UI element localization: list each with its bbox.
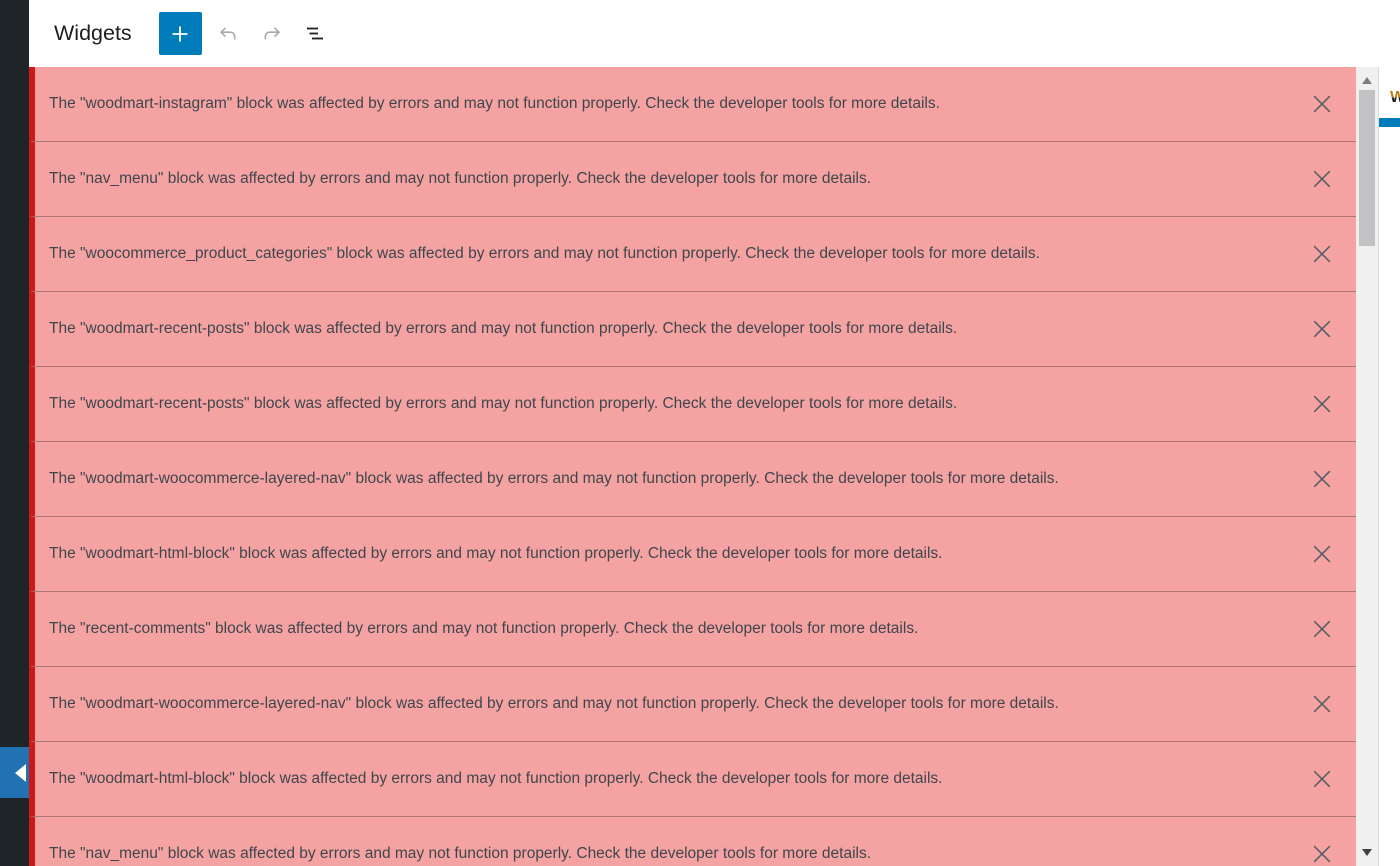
plus-icon bbox=[172, 26, 188, 41]
active-tab-indicator bbox=[1379, 118, 1400, 127]
error-notice: The "woodmart-woocommerce-layered-nav" b… bbox=[29, 442, 1356, 517]
error-notice: The "woodmart-html-block" block was affe… bbox=[29, 517, 1356, 592]
dismiss-notice-button[interactable] bbox=[1308, 90, 1336, 118]
error-notice: The "woodmart-instagram" block was affec… bbox=[29, 67, 1356, 142]
undo-icon bbox=[219, 26, 236, 39]
widgets-editor-screen: Widgets The "woodmart-instagram" block w… bbox=[0, 0, 1400, 866]
redo-icon bbox=[264, 26, 280, 39]
collapse-menu-button[interactable] bbox=[0, 747, 29, 798]
close-icon bbox=[1313, 245, 1331, 263]
close-icon bbox=[1313, 620, 1331, 638]
notice-message: The "woodmart-recent-posts" block was af… bbox=[49, 395, 958, 412]
editor-top-bar: Widgets bbox=[29, 0, 1400, 67]
page-title: Widgets bbox=[54, 21, 132, 45]
close-icon bbox=[1313, 770, 1331, 788]
close-icon bbox=[1313, 845, 1331, 863]
error-notice: The "nav_menu" block was affected by err… bbox=[29, 817, 1356, 866]
scroll-down-button[interactable] bbox=[1356, 844, 1378, 860]
dismiss-notice-button[interactable] bbox=[1308, 840, 1336, 866]
error-notice: The "woocommerce_product_categories" blo… bbox=[29, 217, 1356, 292]
vertical-scrollbar[interactable] bbox=[1356, 67, 1378, 866]
close-icon bbox=[1313, 470, 1331, 488]
dismiss-notice-button[interactable] bbox=[1308, 465, 1336, 493]
editor-content: The "woodmart-instagram" block was affec… bbox=[29, 67, 1400, 866]
close-icon bbox=[1313, 170, 1331, 188]
error-notice: The "nav_menu" block was affected by err… bbox=[29, 142, 1356, 217]
settings-sidebar-partial: W bbox=[1378, 67, 1400, 866]
notice-message: The "woodmart-woocommerce-layered-nav" b… bbox=[49, 695, 1059, 712]
notice-message: The "nav_menu" block was affected by err… bbox=[49, 845, 872, 862]
error-notice: The "woodmart-recent-posts" block was af… bbox=[29, 292, 1356, 367]
notice-message: The "nav_menu" block was affected by err… bbox=[49, 170, 872, 187]
close-icon bbox=[1313, 320, 1331, 338]
dismiss-notice-button[interactable] bbox=[1308, 765, 1336, 793]
dismiss-notice-button[interactable] bbox=[1308, 315, 1336, 343]
close-icon bbox=[1313, 395, 1331, 413]
dismiss-notice-button[interactable] bbox=[1308, 690, 1336, 718]
dismiss-notice-button[interactable] bbox=[1308, 615, 1336, 643]
dismiss-notice-button[interactable] bbox=[1308, 390, 1336, 418]
notice-message: The "woodmart-instagram" block was affec… bbox=[49, 95, 940, 112]
notice-message: The "woodmart-recent-posts" block was af… bbox=[49, 320, 958, 337]
close-icon bbox=[1313, 95, 1331, 113]
dismiss-notice-button[interactable] bbox=[1308, 165, 1336, 193]
notice-message: The "woocommerce_product_categories" blo… bbox=[49, 245, 1040, 262]
scroll-up-icon bbox=[1362, 76, 1372, 84]
notices-list: The "woodmart-instagram" block was affec… bbox=[29, 67, 1356, 866]
list-view-icon bbox=[306, 27, 323, 39]
notice-message: The "recent-comments" block was affected… bbox=[49, 620, 919, 637]
editor-main: Widgets The "woodmart-instagram" block w… bbox=[29, 0, 1400, 866]
dismiss-notice-button[interactable] bbox=[1308, 240, 1336, 268]
scrollbar-thumb[interactable] bbox=[1359, 90, 1375, 246]
close-icon bbox=[1313, 695, 1331, 713]
error-notice: The "woodmart-recent-posts" block was af… bbox=[29, 367, 1356, 442]
error-notice: The "woodmart-woocommerce-layered-nav" b… bbox=[29, 667, 1356, 742]
notice-message: The "woodmart-html-block" block was affe… bbox=[49, 770, 943, 787]
dismiss-notice-button[interactable] bbox=[1308, 540, 1336, 568]
admin-rail-collapsed bbox=[0, 0, 29, 866]
error-notice: The "recent-comments" block was affected… bbox=[29, 592, 1356, 667]
scroll-up-button[interactable] bbox=[1356, 72, 1378, 88]
collapse-arrow-icon bbox=[15, 763, 26, 782]
notice-message: The "woodmart-html-block" block was affe… bbox=[49, 545, 943, 562]
list-view-button[interactable] bbox=[297, 15, 335, 53]
close-icon bbox=[1313, 545, 1331, 563]
undo-button[interactable] bbox=[209, 15, 247, 53]
notice-message: The "woodmart-woocommerce-layered-nav" b… bbox=[49, 470, 1059, 487]
error-notice: The "woodmart-html-block" block was affe… bbox=[29, 742, 1356, 817]
scroll-down-icon bbox=[1362, 848, 1372, 856]
redo-button[interactable] bbox=[253, 15, 291, 53]
widgets-tab-partial-label[interactable]: W bbox=[1390, 89, 1400, 107]
add-block-button[interactable] bbox=[158, 12, 202, 55]
